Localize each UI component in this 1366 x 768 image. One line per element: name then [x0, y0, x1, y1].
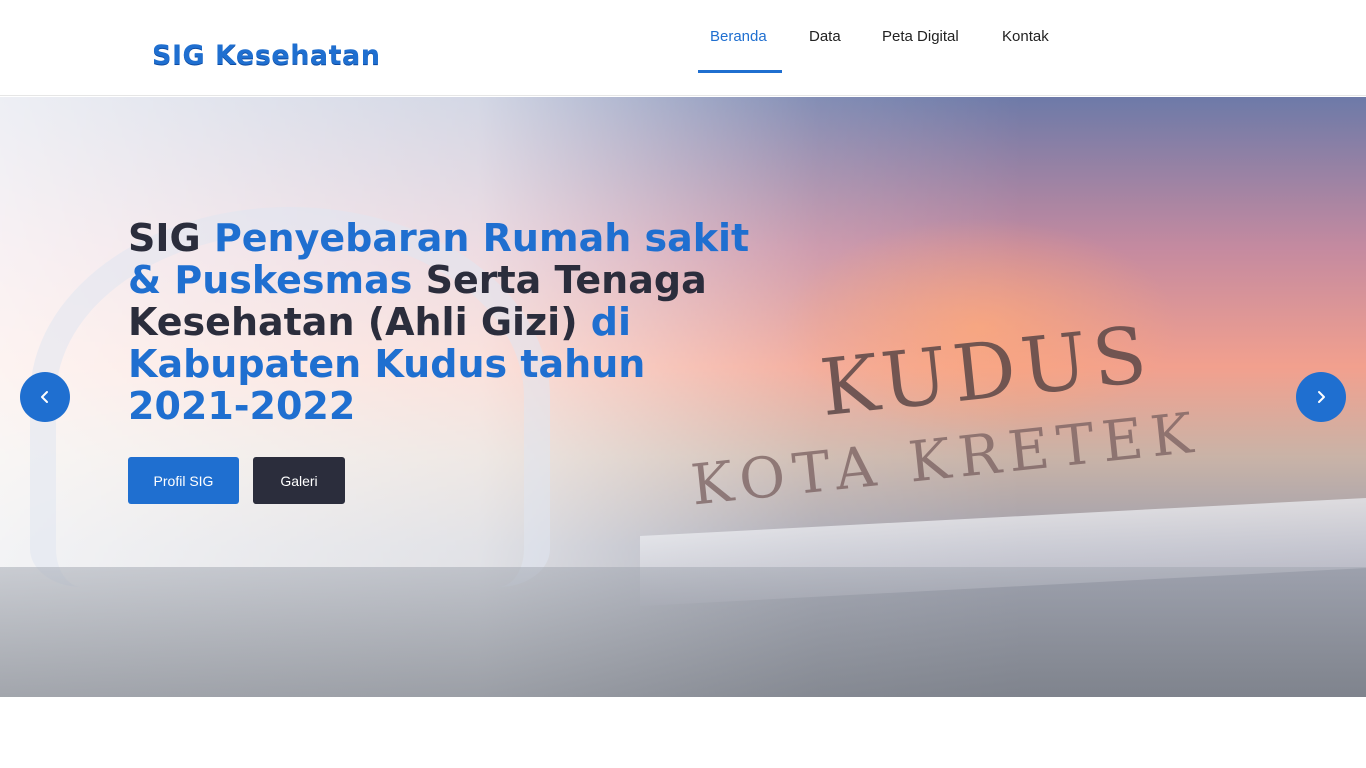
galeri-button[interactable]: Galeri [253, 457, 345, 504]
profil-sig-button[interactable]: Profil SIG [128, 457, 239, 504]
main-nav: Beranda Data Peta Digital Kontak [0, 0, 1366, 96]
active-nav-indicator [698, 70, 782, 73]
site-header: SIG Kesehatan Beranda Data Peta Digital … [0, 0, 1366, 96]
nav-item-kontak[interactable]: Kontak [1002, 28, 1049, 48]
nav-item-data[interactable]: Data [809, 28, 841, 48]
hero-carousel: KUDUS KOTA KRETEK SIG Penyebaran Rumah s… [0, 97, 1366, 697]
nav-item-peta-digital[interactable]: Peta Digital [882, 28, 959, 48]
hero-title: SIG Penyebaran Rumah sakit & Puskesmas S… [128, 217, 768, 427]
hero-title-part-1: SIG [128, 216, 214, 260]
nav-item-beranda[interactable]: Beranda [710, 28, 767, 48]
chevron-left-icon [41, 391, 48, 403]
hero-background-road [0, 567, 1366, 697]
chevron-right-icon [1318, 391, 1325, 403]
carousel-next-button[interactable] [1296, 372, 1346, 422]
carousel-prev-button[interactable] [20, 372, 70, 422]
